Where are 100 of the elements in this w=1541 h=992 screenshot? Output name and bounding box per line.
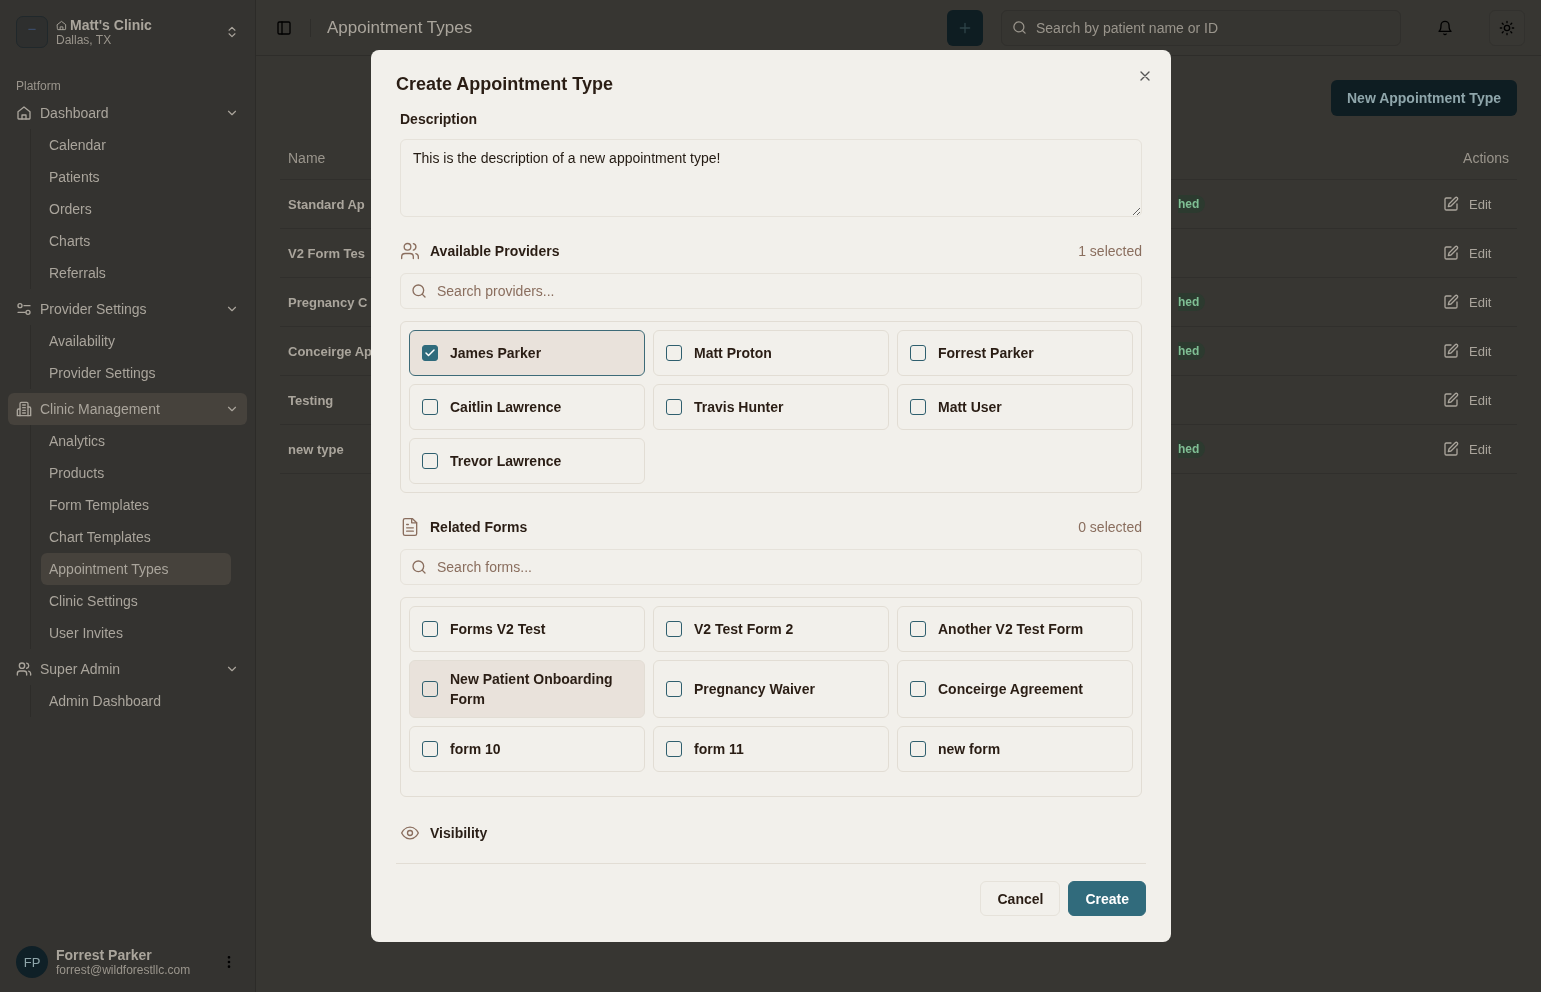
checkbox[interactable] — [910, 681, 926, 697]
edit-button[interactable]: Edit — [1437, 293, 1517, 311]
nav-item[interactable]: Clinic Settings — [41, 585, 231, 617]
checkbox[interactable] — [422, 399, 438, 415]
status-badge: hed — [1178, 440, 1206, 458]
checkbox[interactable] — [666, 681, 682, 697]
checkbox-option[interactable]: Matt User — [897, 384, 1133, 430]
nav-item[interactable]: Orders — [41, 193, 231, 225]
building-icon — [16, 401, 32, 417]
document-icon — [400, 517, 420, 537]
search-field[interactable]: Search providers... — [400, 273, 1142, 309]
house-icon — [16, 105, 32, 121]
checkbox[interactable] — [666, 399, 682, 415]
edit-button[interactable]: Edit — [1437, 342, 1517, 360]
nav-item[interactable]: Admin Dashboard — [41, 685, 231, 717]
user-avatar: FP — [16, 946, 48, 978]
status-badge: hed — [1178, 293, 1206, 311]
checkbox-option[interactable]: Forrest Parker — [897, 330, 1133, 376]
clinic-location: Dallas, TX — [56, 33, 113, 47]
status-badge: hed — [1178, 195, 1206, 213]
status-badge: hed — [1178, 342, 1206, 360]
sun-icon — [1499, 19, 1515, 36]
checkbox-option[interactable]: New Patient Onboarding Form — [409, 660, 645, 718]
table-cell-text: V2 Form Tes — [288, 245, 367, 261]
edit-icon — [1443, 343, 1459, 359]
checkbox-option[interactable]: Pregnancy Waiver — [653, 660, 889, 718]
checkbox[interactable] — [910, 345, 926, 361]
edit-icon — [1443, 294, 1459, 310]
checkbox[interactable] — [422, 345, 438, 361]
users-icon — [16, 661, 32, 677]
checkbox[interactable] — [422, 681, 438, 697]
section-label: Platform — [15, 79, 62, 93]
nav-group[interactable]: Super Admin — [8, 653, 247, 685]
sliders-icon — [16, 301, 32, 317]
nav-item[interactable]: Patients — [41, 161, 231, 193]
nav-item[interactable]: Appointment Types — [41, 553, 231, 585]
checkbox[interactable] — [422, 621, 438, 637]
nav-item[interactable]: Provider Settings — [41, 357, 231, 389]
house-icon — [56, 19, 67, 31]
checkbox-option[interactable]: Forms V2 Test — [409, 606, 645, 652]
cancel-button[interactable]: Cancel — [980, 881, 1061, 916]
patient-search-field[interactable]: Search by patient name or ID — [1001, 9, 1401, 46]
description-field[interactable]: This is the description of a new appointment type! — [400, 139, 1142, 217]
checkbox-option[interactable]: James Parker — [409, 330, 645, 376]
checkbox-option[interactable]: Another V2 Test Form — [897, 606, 1133, 652]
selected-count: 0 selected — [1078, 519, 1142, 535]
checkbox-option[interactable]: new form — [897, 726, 1133, 772]
edit-icon — [1443, 441, 1459, 457]
checkbox-option[interactable]: form 11 — [653, 726, 889, 772]
checkbox[interactable] — [422, 453, 438, 469]
nav-item[interactable]: Analytics — [41, 425, 231, 457]
table-cell-text: Testing — [288, 392, 335, 408]
checkbox[interactable] — [666, 345, 682, 361]
dialog-title: Create Appointment Type — [396, 74, 615, 95]
nav-item[interactable]: User Invites — [41, 617, 231, 649]
search-field[interactable]: Search forms... — [400, 549, 1142, 585]
field-label: Description — [400, 111, 478, 127]
edit-button[interactable]: Edit — [1437, 391, 1517, 409]
checkbox[interactable] — [666, 741, 682, 757]
edit-icon — [1443, 392, 1459, 408]
column-header: Actions — [1463, 149, 1510, 166]
selected-count: 1 selected — [1078, 243, 1142, 259]
page-title: Appointment Types — [327, 17, 474, 38]
checkbox-option[interactable]: V2 Test Form 2 — [653, 606, 889, 652]
nav-group[interactable]: Provider Settings — [8, 293, 247, 325]
checkbox-option[interactable]: Trevor Lawrence — [409, 438, 645, 484]
table-cell-text: Conceirge Ap — [288, 343, 374, 359]
nav-item[interactable]: Availability — [41, 325, 231, 357]
checkbox[interactable] — [910, 741, 926, 757]
section-title: Available Providers — [430, 243, 561, 259]
nav-item[interactable]: Chart Templates — [41, 521, 231, 553]
checkbox-option[interactable]: Matt Proton — [653, 330, 889, 376]
nav-item[interactable]: Form Templates — [41, 489, 231, 521]
new-appointment-type-button[interactable]: New Appointment Type — [1331, 80, 1517, 116]
clinic-name[interactable]: Matt's Clinic — [70, 17, 152, 33]
checkbox-option[interactable]: Travis Hunter — [653, 384, 889, 430]
checkbox-option[interactable]: form 10 — [409, 726, 645, 772]
user-name: Forrest Parker — [56, 947, 153, 963]
sidebar-toggle-icon — [276, 19, 292, 36]
edit-button[interactable]: Edit — [1437, 244, 1517, 262]
checkbox-option[interactable]: Conceirge Agreement — [897, 660, 1133, 718]
nav-item[interactable]: Products — [41, 457, 231, 489]
checkbox-option[interactable]: Caitlin Lawrence — [409, 384, 645, 430]
checkbox[interactable] — [666, 621, 682, 637]
checkbox[interactable] — [422, 741, 438, 757]
nav-item[interactable]: Calendar — [41, 129, 231, 161]
user-email: forrest@wildforestllc.com — [56, 963, 192, 977]
checkbox[interactable] — [910, 621, 926, 637]
create-button[interactable]: Create — [1068, 881, 1146, 916]
users-icon — [400, 241, 420, 261]
check-icon — [424, 347, 436, 359]
nav-group[interactable]: Clinic Management — [8, 393, 247, 425]
checkbox[interactable] — [910, 399, 926, 415]
section-title: Related Forms — [430, 519, 529, 535]
nav-item[interactable]: Charts — [41, 225, 231, 257]
theme-toggle-button[interactable] — [1489, 9, 1525, 46]
nav-group[interactable]: Dashboard — [8, 97, 247, 129]
edit-button[interactable]: Edit — [1437, 195, 1517, 213]
edit-button[interactable]: Edit — [1437, 440, 1517, 458]
nav-item[interactable]: Referrals — [41, 257, 231, 289]
